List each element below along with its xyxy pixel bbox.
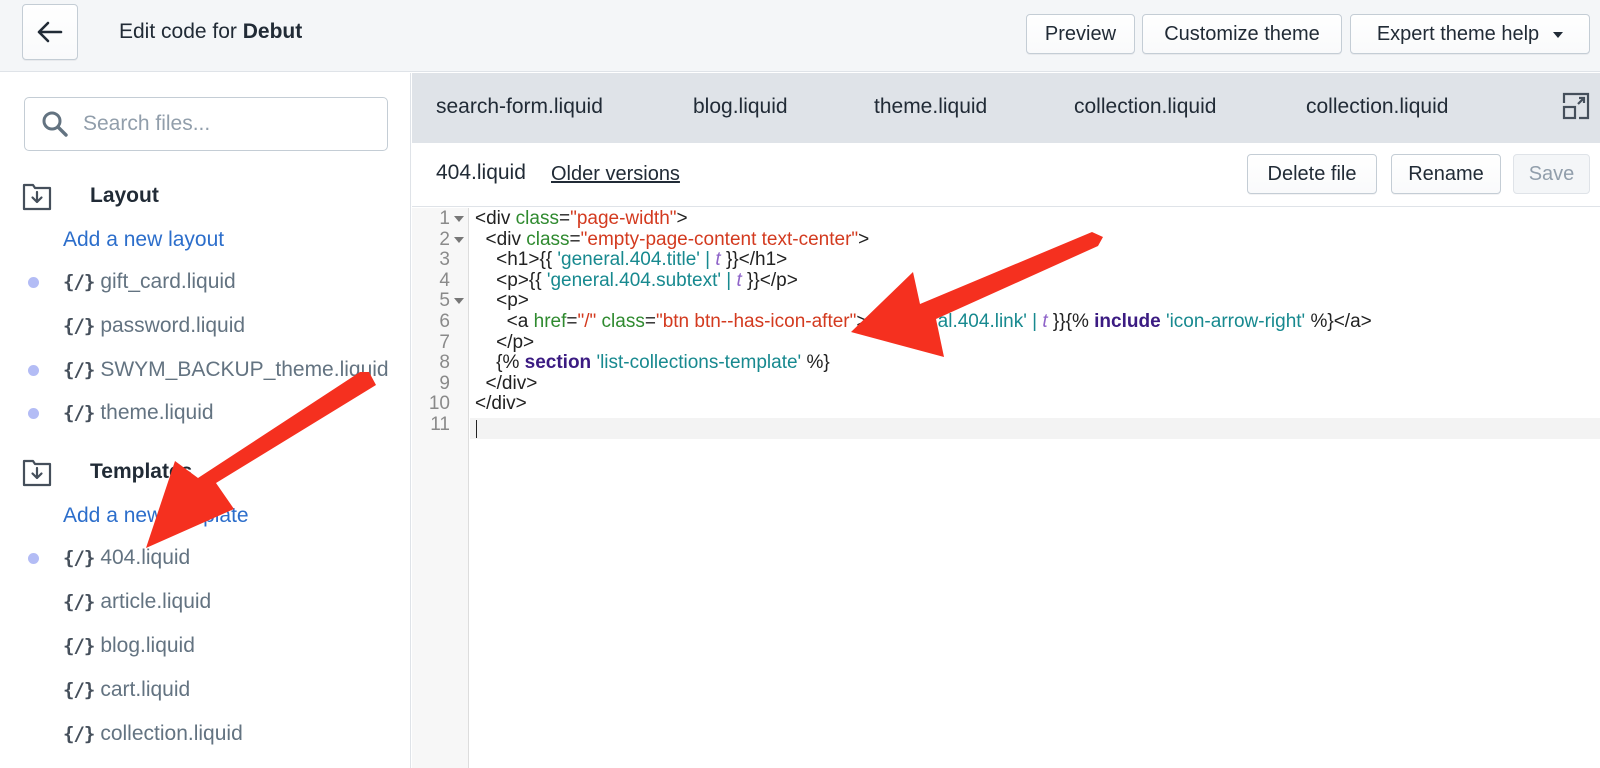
sidebar-file-404[interactable]: {/} 404.liquid	[28, 541, 190, 575]
file-sidebar: Layout Add a new layout {/}gift_card.liq…	[0, 73, 411, 768]
sidebar-file-cart[interactable]: {/} cart.liquid	[28, 673, 190, 707]
modified-dot	[28, 552, 39, 564]
preview-button[interactable]: Preview	[1026, 14, 1135, 54]
save-button[interactable]: Save	[1513, 154, 1590, 194]
sidebar-file-password[interactable]: {/} password.liquid	[28, 309, 245, 343]
folder-download-icon	[22, 457, 52, 487]
line-number: 5	[439, 290, 450, 312]
current-file-name: 404.liquid	[436, 161, 526, 184]
file-header: 404.liquid Older versions Delete file Re…	[412, 143, 1600, 207]
code-line[interactable]: <div class="page-width">	[475, 208, 688, 229]
line-number: 9	[439, 372, 450, 394]
line-number: 8	[439, 352, 450, 374]
liquid-file-icon: {/}	[63, 635, 95, 657]
fold-caret-icon[interactable]	[454, 298, 464, 305]
layout-section-title: Layout	[90, 184, 159, 207]
back-button[interactable]	[22, 4, 78, 60]
add-layout-link[interactable]: Add a new layout	[63, 228, 224, 252]
line-number: 4	[439, 269, 450, 291]
code-line[interactable]: <p>	[475, 290, 529, 311]
line-number: 10	[428, 393, 450, 415]
line-number: 11	[430, 414, 450, 435]
code-line[interactable]: </div>	[475, 373, 538, 394]
tab-blog[interactable]: blog.liquid	[693, 95, 788, 119]
liquid-file-icon: {/}	[63, 315, 95, 337]
search-files-input[interactable]	[83, 112, 373, 136]
code-line[interactable]: <h1>{{ 'general.404.title' | t }}</h1>	[475, 249, 787, 270]
fold-caret-icon[interactable]	[454, 236, 464, 243]
line-number: 2	[439, 228, 450, 250]
liquid-file-icon: {/}	[63, 359, 95, 381]
liquid-file-icon: {/}	[63, 402, 95, 424]
sidebar-file-swym-backup-theme[interactable]: {/} SWYM_BACKUP_theme.liquid	[28, 353, 389, 387]
folder-download-icon	[22, 181, 52, 211]
open-file-tabs: search-form.liquid blog.liquid theme.liq…	[412, 73, 1600, 143]
sidebar-file-gift-card[interactable]: {/} gift_card.liquid	[28, 265, 236, 299]
code-line[interactable]: {% section 'list-collections-template' %…	[475, 352, 830, 373]
line-number: 3	[439, 249, 450, 271]
tab-search-form[interactable]: search-form.liquid	[436, 95, 603, 119]
code-line[interactable]: <div class="empty-page-content text-cent…	[475, 229, 870, 250]
expert-theme-help-button[interactable]: Expert theme help	[1350, 14, 1590, 54]
layout-section-header[interactable]: Layout	[22, 181, 159, 211]
theme-name: Debut	[242, 20, 303, 43]
sidebar-file-blog[interactable]: {/} blog.liquid	[28, 629, 195, 663]
text-cursor	[476, 420, 477, 438]
line-gutter: 1 2 3 4 5 6 7 8 9 10 11	[412, 208, 469, 768]
expand-icon[interactable]	[1561, 91, 1591, 121]
code-line[interactable]: <p>{{ 'general.404.subtext' | t }}</p>	[475, 270, 798, 291]
sidebar-file-theme[interactable]: {/} theme.liquid	[28, 396, 214, 430]
older-versions-link[interactable]: Older versions	[551, 163, 680, 186]
code-line[interactable]: </div>	[475, 393, 527, 414]
liquid-file-icon: {/}	[63, 723, 95, 745]
tab-collection[interactable]: collection.liquid	[1074, 95, 1216, 119]
liquid-file-icon: {/}	[63, 271, 95, 293]
sidebar-file-article[interactable]: {/} article.liquid	[28, 585, 211, 619]
liquid-file-icon: {/}	[63, 591, 95, 613]
search-icon	[41, 110, 69, 138]
rename-button[interactable]: Rename	[1391, 154, 1501, 194]
liquid-file-icon: {/}	[63, 679, 95, 701]
add-template-link[interactable]: Add a new template	[63, 504, 249, 528]
templates-section-title: Templates	[90, 460, 193, 483]
tab-theme[interactable]: theme.liquid	[874, 95, 987, 119]
search-files-box[interactable]	[24, 97, 388, 151]
templates-section-header[interactable]: Templates	[22, 457, 192, 487]
fold-caret-icon[interactable]	[454, 216, 464, 222]
modified-dot	[28, 364, 39, 376]
top-bar: Edit code for Debut Preview Customize th…	[0, 0, 1600, 72]
modified-dot	[28, 276, 39, 288]
delete-file-button[interactable]: Delete file	[1247, 154, 1377, 194]
line-number: 6	[439, 311, 450, 332]
caret-down-icon	[1553, 32, 1564, 38]
code-editor[interactable]: 1 2 3 4 5 6 7 8 9 10 11 <div class="page-width"> <…	[412, 208, 1600, 768]
line-number: 1	[439, 208, 450, 229]
arrow-left-icon	[37, 21, 63, 43]
code-line[interactable]: </p>	[475, 332, 534, 353]
active-line-highlight	[470, 418, 1600, 439]
modified-dot	[28, 407, 39, 419]
liquid-file-icon: {/}	[63, 547, 95, 569]
tab-collection-2[interactable]: collection.liquid	[1306, 95, 1448, 119]
customize-theme-button[interactable]: Customize theme	[1142, 14, 1342, 54]
code-line[interactable]: <a href="/" class="btn btn--has-icon-aft…	[475, 311, 1372, 332]
line-number: 7	[439, 331, 450, 353]
page-title: Edit code for Debut	[119, 20, 303, 43]
sidebar-file-collection[interactable]: {/} collection.liquid	[28, 717, 243, 751]
